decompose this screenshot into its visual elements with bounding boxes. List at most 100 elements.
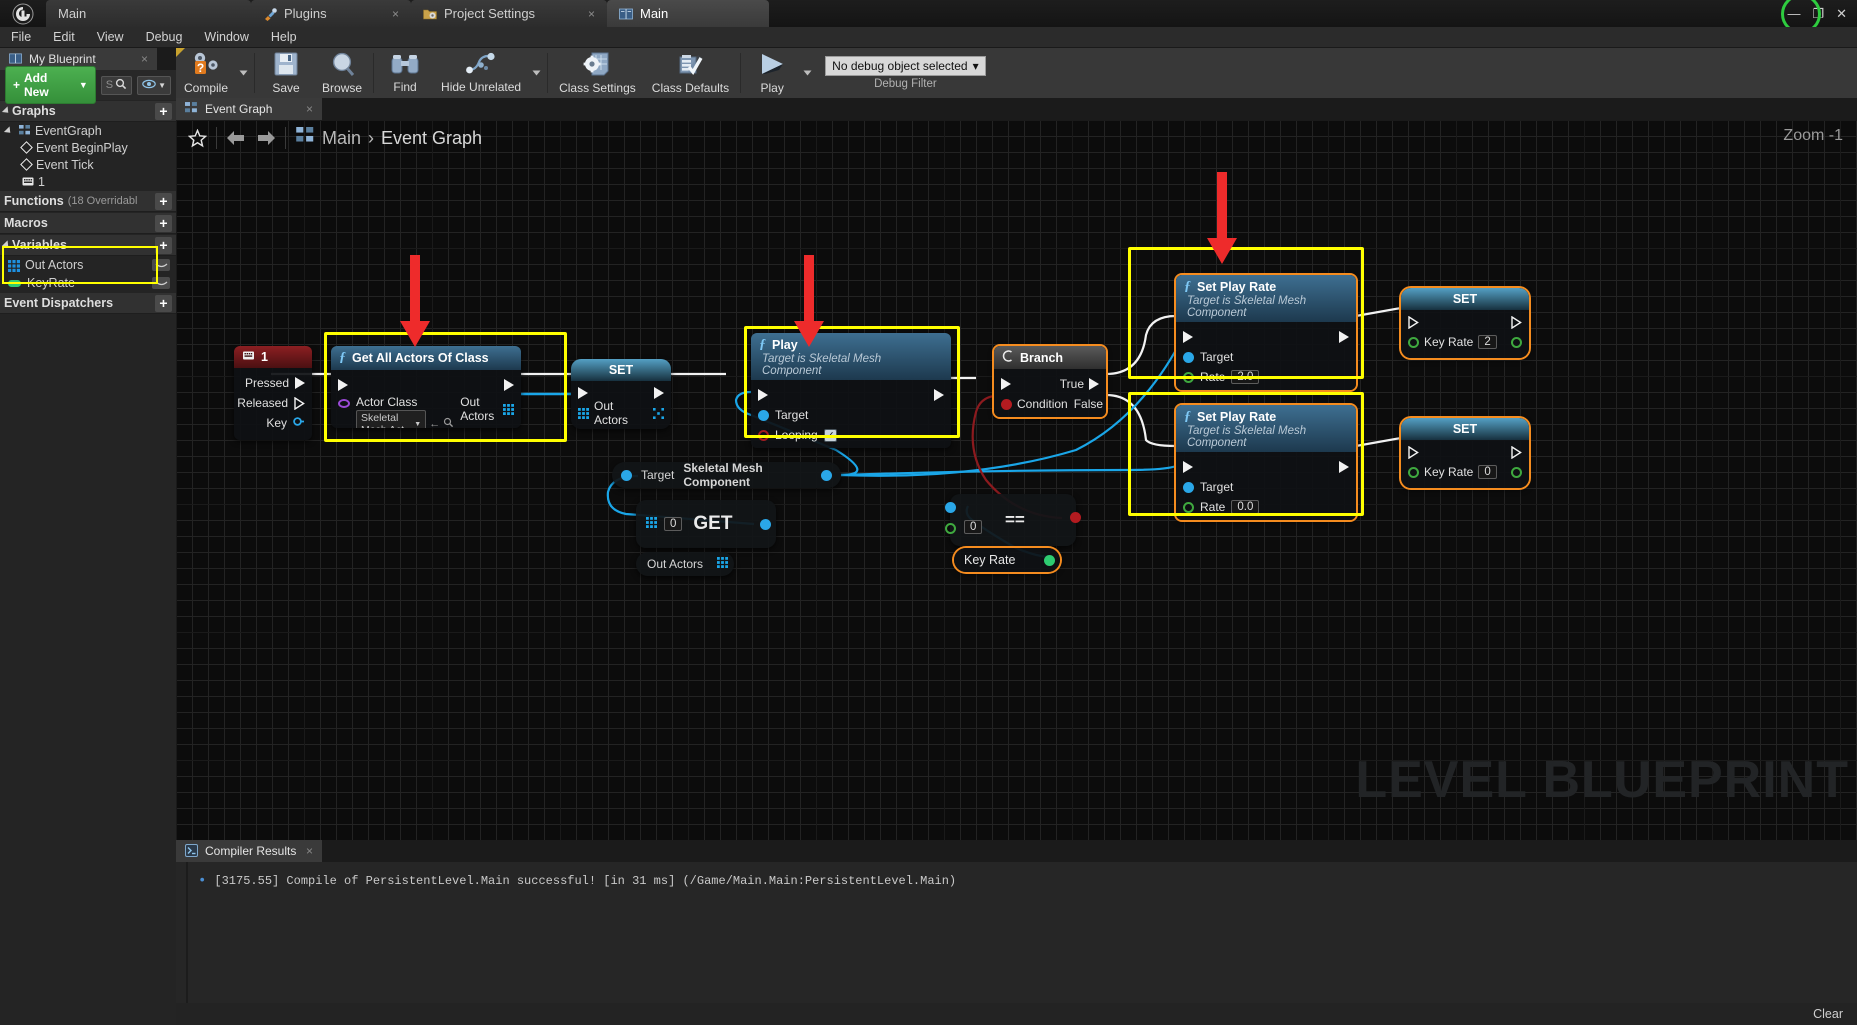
menu-item-edit[interactable]: Edit xyxy=(42,27,86,48)
actor-class-dropdown[interactable]: Skeletal Mesh Act ▼ xyxy=(356,410,427,428)
node-set-key-rate-top[interactable]: SET Key Rate 2 xyxy=(1401,288,1529,358)
add-function-button[interactable]: + xyxy=(155,192,172,210)
window-tab-main-1[interactable]: Main xyxy=(46,0,251,27)
menu-item-view[interactable]: View xyxy=(86,27,135,48)
save-button[interactable]: Save xyxy=(258,48,314,98)
class-defaults-button[interactable]: Class Defaults xyxy=(644,48,737,98)
pin-rate[interactable]: Rate 0.0 xyxy=(1183,497,1349,517)
pin-exec[interactable] xyxy=(338,375,514,395)
node-equals-comparison[interactable]: 0 == xyxy=(945,494,1081,546)
window-tab-plugins[interactable]: Plugins × xyxy=(251,0,411,27)
tree-item-eventgraph[interactable]: EventGraph xyxy=(0,122,176,139)
array-index-input[interactable]: 0 xyxy=(664,517,683,531)
pin-exec-row[interactable] xyxy=(1183,457,1349,477)
compiler-results-list[interactable]: • [3175.55] Compile of PersistentLevel.M… xyxy=(176,862,1857,1003)
tab-compiler-results[interactable]: Compiler Results × xyxy=(176,840,322,862)
play-button[interactable]: Play xyxy=(744,48,800,98)
pin-exec-true-row[interactable]: True xyxy=(1001,374,1099,394)
tree-item-event-beginplay[interactable]: Event BeginPlay xyxy=(0,139,176,156)
compiler-message-row[interactable]: • [3175.55] Compile of PersistentLevel.M… xyxy=(198,874,1857,888)
key-rate-input[interactable]: 2 xyxy=(1478,335,1497,349)
eye-icon[interactable] xyxy=(152,277,170,289)
find-button[interactable]: Find xyxy=(377,48,433,98)
class-settings-button[interactable]: Class Settings xyxy=(551,48,644,98)
pin-target[interactable]: Target xyxy=(1183,347,1349,367)
node-play[interactable]: ƒ Play Target is Skeletal Mesh Component… xyxy=(751,333,951,448)
clear-button[interactable]: Clear xyxy=(1813,1007,1843,1021)
node-get-array-item[interactable]: 0 GET xyxy=(636,500,776,548)
variable-item-keyrate[interactable]: KeyRate xyxy=(0,274,176,292)
node-target-skeletal-mesh-component[interactable]: Target Skeletal Mesh Component xyxy=(612,461,841,489)
node-key-event-1[interactable]: 1 Pressed Released Key xyxy=(234,346,312,440)
variable-item-out-actors[interactable]: Out Actors xyxy=(0,256,176,274)
window-tab-project-settings[interactable]: Project Settings × xyxy=(411,0,607,27)
section-header-graphs[interactable]: Graphs + xyxy=(0,101,176,122)
menu-item-file[interactable]: File xyxy=(0,27,42,48)
add-variable-button[interactable]: + xyxy=(155,236,172,254)
close-icon[interactable]: × xyxy=(568,7,595,21)
menu-item-help[interactable]: Help xyxy=(260,27,308,48)
play-dropdown-button[interactable] xyxy=(800,48,815,98)
rate-input[interactable]: 2.0 xyxy=(1231,370,1260,384)
window-tab-main-2[interactable]: Main xyxy=(607,0,769,27)
pin-target[interactable]: Target xyxy=(758,405,944,425)
browse-button[interactable]: Browse xyxy=(314,48,370,98)
add-event-dispatcher-button[interactable]: + xyxy=(155,294,172,312)
menu-item-debug[interactable]: Debug xyxy=(135,27,194,48)
tab-event-graph[interactable]: Event Graph × xyxy=(176,98,322,120)
compile-dropdown-button[interactable] xyxy=(236,48,251,98)
section-header-event-dispatchers[interactable]: Event Dispatchers + xyxy=(0,293,176,314)
equals-value-input[interactable]: 0 xyxy=(964,520,983,534)
section-header-macros[interactable]: Macros + xyxy=(0,213,176,234)
debug-object-select[interactable]: No debug object selected ▾ xyxy=(825,56,986,76)
search-input[interactable]: S xyxy=(100,75,133,95)
pin-exec-row[interactable] xyxy=(1183,327,1349,347)
key-rate-input[interactable]: 0 xyxy=(1478,465,1497,479)
pin-exec-row[interactable] xyxy=(1408,312,1522,332)
node-branch[interactable]: Branch True Condition False xyxy=(994,346,1106,417)
eye-icon[interactable] xyxy=(152,259,170,271)
tree-item-key-1[interactable]: 1 xyxy=(0,173,176,190)
rate-input[interactable]: 0.0 xyxy=(1231,500,1260,514)
use-selected-asset-icon[interactable]: ← xyxy=(429,418,440,428)
pin-key-rate[interactable]: Key Rate 2 xyxy=(1408,332,1522,352)
section-header-variables[interactable]: Variables + xyxy=(0,235,176,256)
menu-item-window[interactable]: Window xyxy=(193,27,259,48)
hide-unrelated-dropdown-button[interactable] xyxy=(529,48,544,98)
compile-button[interactable]: ? Compile xyxy=(176,48,236,98)
pin-actor-class-row[interactable]: Actor Class Skeletal Mesh Act ▼ ← Out Ac… xyxy=(338,395,514,428)
browse-to-asset-icon[interactable] xyxy=(443,417,454,428)
node-get-all-actors-of-class[interactable]: ƒ Get All Actors Of Class Actor Class Sk… xyxy=(331,346,521,428)
pin-key-rate[interactable]: Key Rate 0 xyxy=(1408,462,1522,482)
pin-out-actors[interactable]: Out Actors xyxy=(578,399,664,427)
pin-looping[interactable]: Looping ✓ xyxy=(758,425,944,445)
pin-released[interactable]: Released xyxy=(237,393,305,413)
node-set-key-rate-bottom[interactable]: SET Key Rate 0 xyxy=(1401,418,1529,488)
pin-exec-row[interactable] xyxy=(1408,442,1522,462)
looping-checkbox[interactable]: ✓ xyxy=(823,428,837,442)
close-icon[interactable]: × xyxy=(372,7,399,21)
node-set-play-rate-bottom[interactable]: ƒ Set Play Rate Target is Skeletal Mesh … xyxy=(1176,405,1356,520)
tree-item-event-tick[interactable]: Event Tick xyxy=(0,156,176,173)
close-icon[interactable]: × xyxy=(306,102,313,116)
close-button[interactable]: ✕ xyxy=(1836,6,1847,22)
close-icon[interactable]: × xyxy=(306,844,313,858)
add-graph-button[interactable]: + xyxy=(155,102,172,120)
visibility-toggle-button[interactable]: ▼ xyxy=(137,75,171,95)
section-header-functions[interactable]: Functions (18 Overridabl + xyxy=(0,191,176,212)
node-get-out-actors-variable[interactable]: Out Actors xyxy=(636,552,734,576)
pin-rate[interactable]: Rate 2.0 xyxy=(1183,367,1349,387)
add-new-button[interactable]: + Add New ▼ xyxy=(5,66,96,104)
pin-pressed[interactable]: Pressed xyxy=(241,373,305,393)
pin-exec-row[interactable] xyxy=(758,385,944,405)
blueprint-graph-canvas[interactable]: LEVEL BLUEPRINT Main › Event Graph Zoom … xyxy=(176,120,1857,840)
add-macro-button[interactable]: + xyxy=(155,214,172,232)
pin-condition-false-row[interactable]: Condition False xyxy=(1001,394,1103,414)
node-set-play-rate-top[interactable]: ƒ Set Play Rate Target is Skeletal Mesh … xyxy=(1176,275,1356,390)
pin-target[interactable]: Target xyxy=(1183,477,1349,497)
close-icon[interactable]: × xyxy=(141,52,148,66)
pin-key[interactable]: Key xyxy=(241,413,305,433)
hide-unrelated-button[interactable]: Hide Unrelated xyxy=(433,48,529,98)
node-get-key-rate-variable[interactable]: Key Rate xyxy=(954,548,1060,572)
node-set-out-actors[interactable]: SET Out Actors xyxy=(571,359,671,429)
